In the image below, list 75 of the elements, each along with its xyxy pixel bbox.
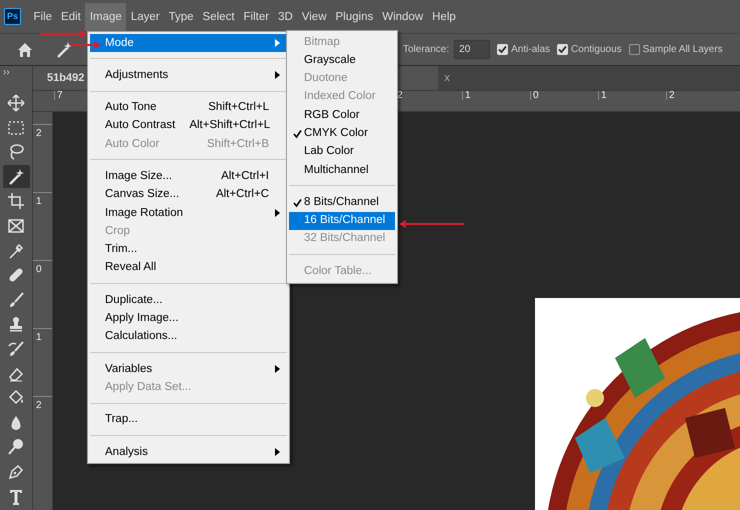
menu-item[interactable]: Type [164, 2, 198, 30]
menu-item[interactable]: Analysis [90, 443, 287, 462]
menu-item[interactable]: Canvas Size... Alt+Ctrl+C [90, 186, 287, 204]
frame-icon [7, 217, 25, 236]
ruler-label: 1 [465, 90, 471, 101]
ruler-label: 2 [669, 90, 675, 101]
ruler-label: 1 [36, 332, 42, 343]
check-icon [293, 129, 302, 140]
menu-item[interactable]: Auto Tone Shift+Ctrl+L [90, 98, 287, 117]
ruler-label: 7 [57, 90, 63, 101]
menu-item[interactable]: CMYK Color [289, 124, 395, 143]
menu-item[interactable]: Auto Contrast Alt+Shift+Ctrl+L [90, 116, 287, 136]
ruler-label: 1 [601, 90, 607, 101]
tool-button[interactable] [2, 165, 30, 188]
brush-icon [7, 290, 25, 309]
menu-item[interactable]: Trim... [90, 240, 287, 259]
checkbox[interactable]: Anti-alas [497, 42, 550, 57]
menu-item[interactable]: Calculations... [90, 328, 287, 346]
annotation-arrow [40, 30, 88, 38]
checkbox[interactable]: Contiguous [557, 42, 622, 57]
eyedropper-icon [7, 242, 25, 260]
home-icon[interactable] [17, 42, 33, 58]
annotation-arrow [398, 220, 464, 228]
marquee-icon [7, 118, 25, 137]
menu-item[interactable]: Duplicate... [90, 291, 287, 310]
checkbox[interactable]: Sample All Layers [628, 42, 723, 57]
check-icon [293, 198, 302, 208]
document-tab[interactable]: 51b492 [33, 66, 88, 90]
menu-item[interactable]: Image Size... Alt+Ctrl+I [90, 167, 287, 186]
crop-icon [7, 192, 25, 210]
tolerance-field[interactable]: 20 [454, 40, 490, 59]
menu-item[interactable]: 16 Bits/Channel [289, 212, 395, 230]
menu-item[interactable]: 8 Bits/Channel [289, 193, 395, 212]
menu-item[interactable]: Multichannel [289, 161, 395, 180]
menu-item[interactable]: 3D [274, 2, 298, 30]
magic-wand-icon[interactable] [55, 40, 73, 59]
menu-item[interactable]: Lab Color [289, 142, 395, 162]
ruler-label: 1 [36, 196, 42, 207]
move-icon [7, 94, 25, 112]
close-button[interactable]: x [438, 66, 456, 90]
menu-item[interactable]: Image Rotation [90, 204, 287, 222]
annotation-arrow [70, 40, 102, 49]
menu-item[interactable]: Apply Image... [90, 310, 287, 328]
check-icon [498, 45, 508, 54]
menu-item[interactable]: View [297, 2, 331, 30]
tolerance-label: Tolerance: [403, 43, 450, 57]
menu-item[interactable]: Edit [56, 2, 86, 30]
menu-item[interactable]: Window [378, 2, 428, 30]
menu-item[interactable]: Reveal All [90, 258, 287, 278]
menu-item[interactable]: Trap... [90, 410, 287, 430]
collapse-toggle[interactable]: ›› [0, 66, 10, 90]
menu-item[interactable]: Grayscale [289, 51, 395, 70]
ruler-label: 2 [36, 128, 42, 139]
check-icon [558, 45, 568, 54]
menu-item[interactable]: Plugins [331, 2, 378, 30]
menu-item[interactable]: Layer [126, 2, 164, 30]
menu-item[interactable]: Select [198, 2, 240, 30]
magic-wand-icon [7, 168, 25, 186]
menu-item[interactable]: File [29, 2, 57, 30]
menu-item[interactable]: Help [428, 2, 460, 30]
stamp-icon [7, 315, 25, 334]
menu-item[interactable]: Filter [239, 2, 274, 30]
history-brush-icon [7, 340, 25, 358]
pen-icon [7, 463, 25, 481]
type-icon [7, 488, 25, 506]
app-logo: Ps [4, 8, 21, 25]
ruler-label: 0 [533, 90, 539, 101]
menu-item[interactable]: Variables [90, 360, 287, 378]
menu-item[interactable]: Image [85, 2, 126, 30]
menu-item[interactable]: RGB Color [289, 106, 395, 124]
menu-item[interactable]: Adjustments [90, 66, 287, 85]
ruler-label: 2 [36, 400, 42, 411]
ruler-label: 0 [36, 264, 42, 275]
menu-item[interactable]: Mode [90, 34, 287, 52]
dodge-icon [7, 438, 25, 456]
